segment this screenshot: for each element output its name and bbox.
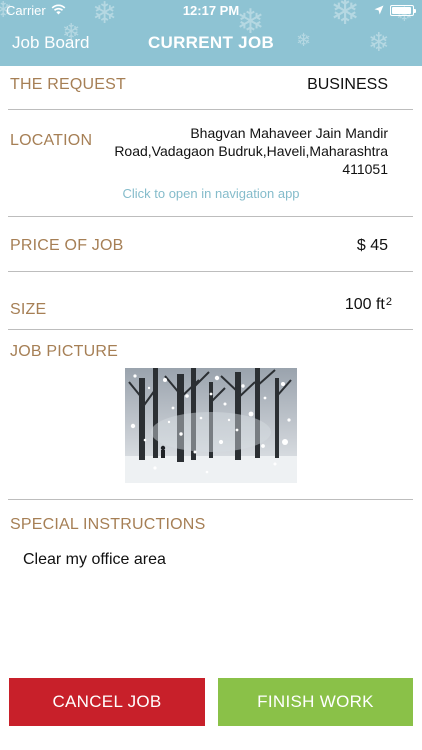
size-row: SIZE 100 ft 2 xyxy=(0,272,422,330)
job-photo[interactable] xyxy=(125,368,297,483)
request-label: THE REQUEST xyxy=(10,76,126,93)
special-instructions-text: Clear my office area xyxy=(23,551,166,568)
size-value: 100 ft 2 xyxy=(345,296,392,314)
status-bar: Carrier 12:17 PM xyxy=(0,0,422,22)
request-value: BUSINESS xyxy=(307,76,388,93)
job-picture-row: JOB PICTURE xyxy=(0,330,422,500)
battery-icon xyxy=(390,5,416,16)
location-address: Bhagvan Mahaveer Jain Mandir Road,Vadaga… xyxy=(114,125,388,177)
location-label: LOCATION xyxy=(10,132,93,149)
location-row: LOCATION Bhagvan Mahaveer Jain Mandir Ro… xyxy=(0,110,422,216)
status-right xyxy=(374,3,416,18)
request-row: THE REQUEST BUSINESS xyxy=(0,66,422,110)
job-picture-label: JOB PICTURE xyxy=(10,343,118,360)
special-instructions-label: SPECIAL INSTRUCTIONS xyxy=(10,516,206,533)
price-row: PRICE OF JOB $ 45 xyxy=(0,216,422,272)
open-navigation-link[interactable]: Click to open in navigation app xyxy=(0,186,422,201)
price-label: PRICE OF JOB xyxy=(10,237,124,254)
status-time: 12:17 PM xyxy=(182,3,240,18)
size-number: 100 ft xyxy=(344,296,385,313)
header-bar: ❄ ❄ ❄ ❄ ❄ ❄ ❄ ❄ Carrier 12:17 PM Job Boa… xyxy=(0,0,422,66)
size-label: SIZE xyxy=(10,301,47,318)
finish-work-button[interactable]: FINISH WORK xyxy=(218,678,413,726)
cancel-job-button[interactable]: CANCEL JOB xyxy=(9,678,205,726)
location-arrow-icon xyxy=(374,3,384,18)
special-instructions-row: SPECIAL INSTRUCTIONS Clear my office are… xyxy=(0,500,422,670)
size-unit-power: 2 xyxy=(385,296,392,308)
price-value: $ 45 xyxy=(356,237,388,254)
page-title: CURRENT JOB xyxy=(147,33,275,52)
